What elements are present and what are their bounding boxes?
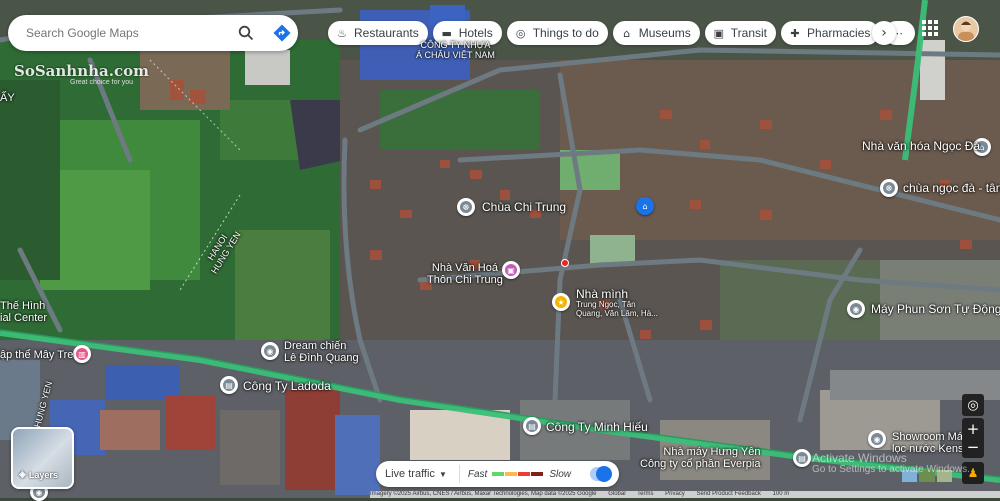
footer-link-privacy[interactable]: Privacy [665, 491, 685, 497]
pharmacy-icon: ✚ [790, 26, 800, 40]
factory-label: CÔNG TY NHỰA Á CHÂU VIỆT NAM [416, 40, 495, 60]
place-label[interactable]: Chùa Chi Trung [482, 201, 566, 213]
edge-label: ial Center [0, 312, 48, 324]
watermark-tagline: Great choice for you [70, 79, 134, 86]
apps-grid-icon[interactable] [922, 20, 938, 36]
bed-icon: ▬ [441, 26, 452, 40]
place-label[interactable]: Nhà văn hóa Ngọc Đà [862, 140, 980, 152]
attribution-bar: Imagery ©2025 Airbus, CNES / Airbus, Max… [370, 491, 1000, 498]
place-label[interactable]: chùa ngọc đà - tân c [903, 182, 1000, 194]
layers-label-row: ◈ Layers [19, 469, 58, 480]
directions-icon[interactable] [270, 21, 294, 45]
avatar[interactable] [953, 16, 979, 42]
chip-label: Museums [638, 26, 691, 40]
chip-label: Pharmacies [807, 26, 871, 40]
place-label[interactable]: Nhà Văn Hoá Thôn Chi Trung [427, 262, 503, 286]
activation-line2: Go to Settings to activate Windows. [812, 464, 970, 475]
place-label[interactable]: ập thể Mây Tre [0, 349, 73, 361]
watermark-brand: SoSanhnha.com [14, 62, 149, 80]
community-hall-icon[interactable]: ▣ [502, 261, 520, 279]
store-icon[interactable]: ◉ [868, 430, 886, 448]
traffic-swatch [492, 472, 505, 476]
edge-label: Thế Hình [0, 300, 46, 312]
chip-things-to-do[interactable]: ◎ Things to do [506, 21, 608, 45]
location-target-icon: ◎ [967, 397, 979, 413]
slow-label: Slow [549, 468, 571, 480]
footer-link-terms[interactable]: Terms [637, 491, 653, 497]
traffic-swatch [531, 472, 544, 476]
activation-line1: Activate Windows [812, 451, 907, 465]
chip-label: Hotels [458, 26, 493, 40]
satellite-map[interactable] [0, 0, 1000, 498]
place-label[interactable]: Công Ty Minh Hiếu [546, 421, 648, 433]
live-traffic-dropdown[interactable]: Live traffic ▼ [385, 468, 447, 480]
windows-activation-watermark: Activate Windows Go to Settings to activ… [812, 451, 970, 475]
fast-label: Fast [467, 468, 488, 480]
chevron-right-icon: › [881, 25, 887, 41]
bus-icon: ▣ [713, 26, 724, 40]
place-label[interactable]: Dream chiến Lê Đình Quang [284, 340, 359, 364]
place-label[interactable]: Máy Phun Sơn Tự Động [871, 303, 1000, 315]
traffic-swatch [518, 472, 531, 476]
edge-label: ẤY [0, 92, 15, 104]
place-label[interactable]: Nhà máy Hưng Yên Công ty cổ phần Everpia [640, 446, 760, 470]
my-location-button[interactable]: ◎ [962, 394, 984, 416]
store-icon[interactable]: ◉ [261, 342, 279, 360]
chip-label: Restaurants [354, 26, 419, 40]
place-sublabel: Trung Ngọc, Tân Quang, Văn Lâm, Hà... [576, 300, 658, 318]
shopping-icon[interactable]: ▥ [73, 345, 91, 363]
caret-down-icon: ▼ [438, 469, 447, 479]
home-icon[interactable]: ⌂ [636, 197, 654, 215]
imagery-attribution: Imagery ©2025 Airbus, CNES / Airbus, Max… [370, 491, 597, 497]
zoom-in-button[interactable]: + [967, 420, 980, 438]
museum-icon: ⌂ [623, 26, 631, 40]
scale-label: 100 m [772, 491, 790, 497]
traffic-toggle[interactable] [590, 466, 612, 482]
camera-icon: ◎ [515, 26, 526, 40]
store-icon[interactable]: ◉ [847, 300, 865, 318]
site-watermark: SoSanhnha.com Great choice for you [14, 62, 149, 86]
building-icon[interactable]: ▤ [523, 417, 541, 435]
place-label[interactable]: Công Ty Ladoda [243, 380, 331, 392]
chip-museums[interactable]: ⌂ Museums [612, 21, 700, 45]
chip-label: Transit [730, 26, 768, 40]
temple-icon[interactable]: ☸ [457, 198, 475, 216]
chip-label: Things to do [532, 26, 599, 40]
fork-knife-icon: ♨ [337, 26, 347, 40]
layers-icon: ◈ [19, 469, 26, 479]
search-icon[interactable] [234, 21, 258, 45]
star-icon[interactable]: ★ [552, 293, 570, 311]
search-box[interactable] [8, 15, 298, 51]
chip-transit[interactable]: ▣ Transit [704, 21, 777, 45]
live-traffic-label: Live traffic [385, 468, 435, 480]
layers-label: Layers [28, 469, 58, 480]
building-icon[interactable]: ▤ [220, 376, 238, 394]
zoom-controls: + − [962, 418, 984, 458]
chip-pharmacies[interactable]: ✚ Pharmacies [781, 21, 880, 45]
chip-restaurants[interactable]: ♨ Restaurants [328, 21, 428, 45]
building-icon[interactable]: ▤ [793, 449, 811, 467]
search-input[interactable] [24, 25, 218, 41]
layers-button[interactable]: ◈ Layers [11, 427, 74, 489]
temple-icon[interactable]: ☸ [880, 179, 898, 197]
place-label[interactable]: Nhà mình [576, 288, 628, 300]
footer-link-global[interactable]: Global [608, 491, 625, 497]
chips-next-button[interactable]: › [872, 21, 896, 45]
footer-link-feedback[interactable]: Send Product Feedback [696, 491, 760, 497]
traffic-swatch [505, 472, 518, 476]
toggle-knob [596, 466, 612, 482]
traffic-legend: Live traffic ▼ Fast Slow [376, 461, 619, 487]
traffic-color-bar [492, 472, 544, 476]
divider [458, 465, 460, 483]
